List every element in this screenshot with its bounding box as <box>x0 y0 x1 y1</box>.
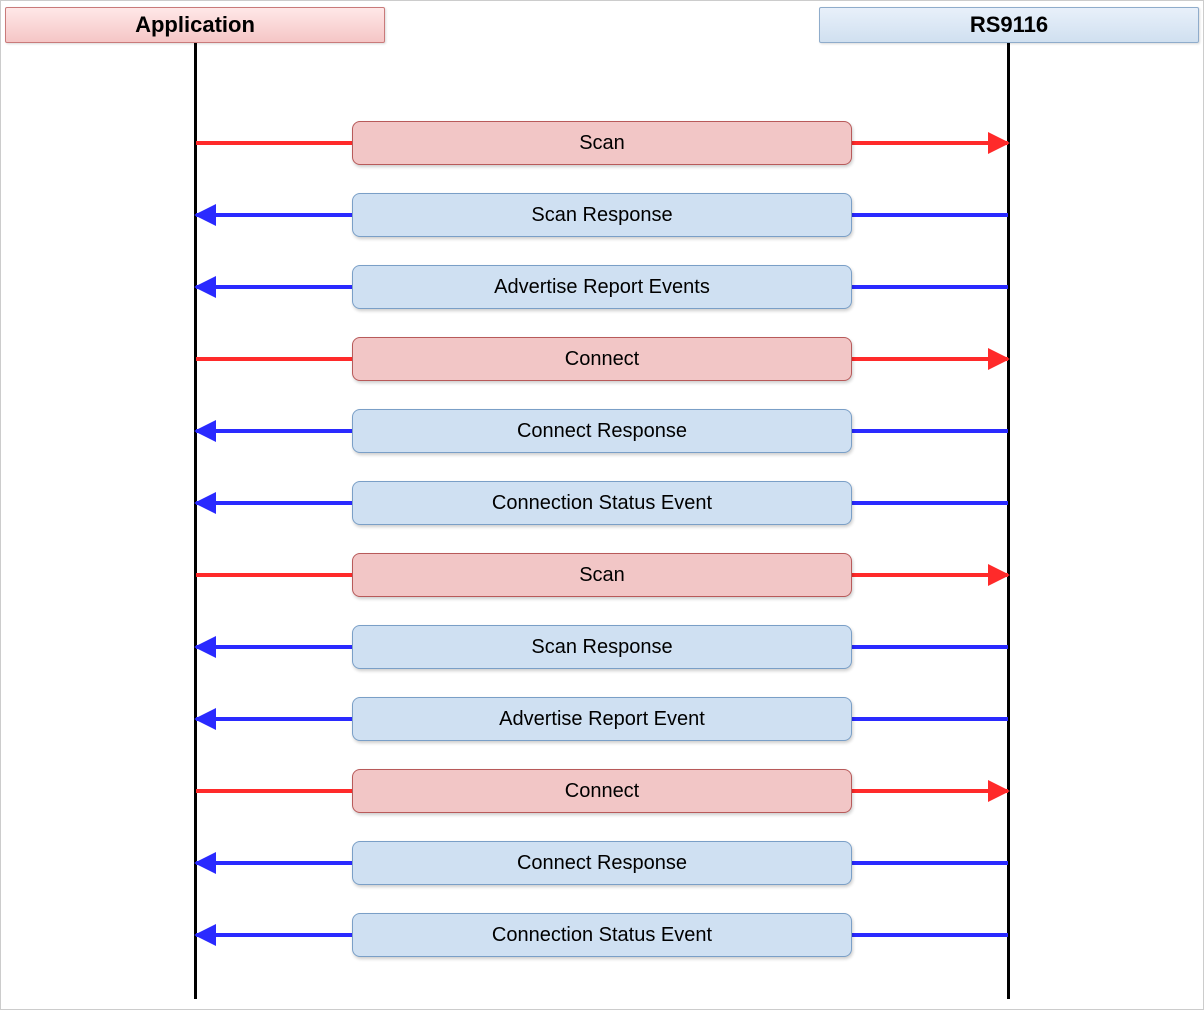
message-label: Connection Status Event <box>492 924 712 947</box>
message-row: Scan Response <box>196 193 1008 237</box>
arrow-head-icon <box>194 492 216 514</box>
message-box: Scan <box>352 121 852 165</box>
message-row: Scan <box>196 121 1008 165</box>
participant-header-application: Application <box>5 7 385 43</box>
message-box: Connect <box>352 337 852 381</box>
arrow-head-icon <box>194 276 216 298</box>
message-row: Advertise Report Events <box>196 265 1008 309</box>
message-row: Advertise Report Event <box>196 697 1008 741</box>
message-label: Scan <box>579 132 625 155</box>
message-label: Connect Response <box>517 852 687 875</box>
message-box: Scan Response <box>352 193 852 237</box>
arrow-head-icon <box>988 780 1010 802</box>
message-label: Connect <box>565 780 640 803</box>
arrow-head-icon <box>194 708 216 730</box>
message-label: Scan Response <box>531 636 672 659</box>
message-box: Connect Response <box>352 409 852 453</box>
message-label: Advertise Report Events <box>494 276 710 299</box>
message-box: Connect <box>352 769 852 813</box>
message-label: Connect <box>565 348 640 371</box>
arrow-head-icon <box>194 924 216 946</box>
message-row: Scan <box>196 553 1008 597</box>
message-row: Connect <box>196 337 1008 381</box>
message-row: Connection Status Event <box>196 913 1008 957</box>
message-label: Scan <box>579 564 625 587</box>
message-label: Connection Status Event <box>492 492 712 515</box>
arrow-head-icon <box>194 204 216 226</box>
participant-label: Application <box>135 12 255 38</box>
arrow-head-icon <box>988 564 1010 586</box>
message-row: Connection Status Event <box>196 481 1008 525</box>
message-row: Scan Response <box>196 625 1008 669</box>
message-row: Connect Response <box>196 409 1008 453</box>
message-box: Scan <box>352 553 852 597</box>
message-box: Advertise Report Events <box>352 265 852 309</box>
arrow-head-icon <box>194 420 216 442</box>
message-label: Connect Response <box>517 420 687 443</box>
message-label: Scan Response <box>531 204 672 227</box>
message-label: Advertise Report Event <box>499 708 705 731</box>
sequence-diagram: Application RS9116 Scan Scan Response Adve… <box>1 1 1203 1009</box>
arrow-head-icon <box>988 132 1010 154</box>
message-box: Scan Response <box>352 625 852 669</box>
message-row: Connect <box>196 769 1008 813</box>
participant-header-rs9116: RS9116 <box>819 7 1199 43</box>
message-box: Connection Status Event <box>352 913 852 957</box>
participant-label: RS9116 <box>970 12 1048 38</box>
message-row: Connect Response <box>196 841 1008 885</box>
message-box: Advertise Report Event <box>352 697 852 741</box>
arrow-head-icon <box>194 636 216 658</box>
arrow-head-icon <box>194 852 216 874</box>
message-box: Connect Response <box>352 841 852 885</box>
message-box: Connection Status Event <box>352 481 852 525</box>
arrow-head-icon <box>988 348 1010 370</box>
